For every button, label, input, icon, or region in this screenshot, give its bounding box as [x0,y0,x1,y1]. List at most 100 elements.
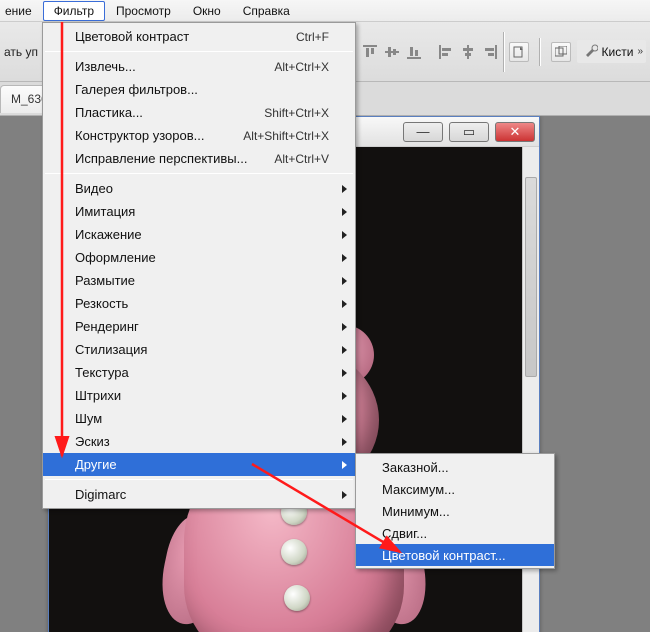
menu-item-размытие[interactable]: Размытие [43,269,355,292]
menu-item-shortcut: Shift+Ctrl+X [264,106,329,120]
submenu-arrow-icon [342,369,347,377]
menu-item-другие[interactable]: Другие [43,453,355,476]
menu-item-видео[interactable]: Видео [43,177,355,200]
menu-item-label: Текстура [75,365,329,380]
menu-item-штрихи[interactable]: Штрихи [43,384,355,407]
menu-item-label: Пластика... [75,105,264,120]
submenu-item-сдвиг-[interactable]: Сдвиг... [356,522,554,544]
menu-divider [45,479,353,480]
menu-item-конструктор-узоров-[interactable]: Конструктор узоров...Alt+Shift+Ctrl+X [43,124,355,147]
menu-item-label: Видео [75,181,329,196]
submenu-arrow-icon [342,277,347,285]
menu-item-label: Исправление перспективы... [75,151,274,166]
menu-item-галерея-фильтров-[interactable]: Галерея фильтров... [43,78,355,101]
menu-item-view[interactable]: Просмотр [105,1,182,21]
menu-item-label: Штрихи [75,388,329,403]
submenu-arrow-icon [342,461,347,469]
submenu-item-цветовой-контраст-[interactable]: Цветовой контраст... [356,544,554,566]
submenu-item-label: Минимум... [382,504,450,519]
menu-item-shortcut: Alt+Shift+Ctrl+X [243,129,329,143]
submenu-arrow-icon [342,346,347,354]
menu-item-шум[interactable]: Шум [43,407,355,430]
menu-item-label: Галерея фильтров... [75,82,329,97]
align-left-icon[interactable] [437,43,455,61]
menu-item-рендеринг[interactable]: Рендеринг [43,315,355,338]
submenu-item-label: Цветовой контраст... [382,548,506,563]
menu-divider [45,51,353,52]
arrange-windows-icon[interactable] [551,42,571,62]
submenu-arrow-icon [342,323,347,331]
menu-divider [45,173,353,174]
menu-item-label: Эскиз [75,434,329,449]
submenu-arrow-icon [342,231,347,239]
submenu-arrow-icon [342,208,347,216]
menu-item-shortcut: Ctrl+F [296,30,329,44]
align-bottom-icon[interactable] [405,43,423,61]
submenu-arrow-icon [342,254,347,262]
toolbar-separator [539,38,541,66]
menu-item-искажение[interactable]: Искажение [43,223,355,246]
menu-item-текстура[interactable]: Текстура [43,361,355,384]
submenu-item-label: Заказной... [382,460,449,475]
brushes-palette-toggle[interactable]: Кисти » [577,40,646,63]
menu-item-исправление-перспективы-[interactable]: Исправление перспективы...Alt+Ctrl+V [43,147,355,170]
menu-item-filter[interactable]: Фильтр [43,1,105,21]
menubar: ение Фильтр Просмотр Окно Справка [0,0,650,22]
menu-item-digimarc[interactable]: Digimarc [43,483,355,506]
submenu-arrow-icon [342,392,347,400]
align-vcenter-icon[interactable] [383,43,401,61]
align-top-icon[interactable] [361,43,379,61]
submenu-item-label: Максимум... [382,482,455,497]
submenu-arrow-icon [342,491,347,499]
menu-item-label: Искажение [75,227,329,242]
menu-item-shortcut: Alt+Ctrl+V [274,152,329,166]
submenu-item-заказной-[interactable]: Заказной... [356,456,554,478]
menu-item-window[interactable]: Окно [182,1,232,21]
menu-item-label: Конструктор узоров... [75,128,243,143]
submenu-item-максимум-[interactable]: Максимум... [356,478,554,500]
toolbar-separator [503,32,505,72]
menu-item-help[interactable]: Справка [232,1,301,21]
menu-item-label: Оформление [75,250,329,265]
menu-item-label: Стилизация [75,342,329,357]
menu-item-label: Digimarc [75,487,329,502]
submenu-item-label: Сдвиг... [382,526,427,541]
brushes-label-text: Кисти [602,45,634,59]
menu-item-label: Рендеринг [75,319,329,334]
submenu-arrow-icon [342,438,347,446]
tool-option-truncated-label: ать уп [4,45,46,59]
menu-item-label: Резкость [75,296,329,311]
menu-item-label: Размытие [75,273,329,288]
menu-item-цветовой-контраст[interactable]: Цветовой контрастCtrl+F [43,25,355,48]
menu-item-label: Имитация [75,204,329,219]
submenu-arrow-icon [342,300,347,308]
menu-item-label: Шум [75,411,329,426]
align-icon-group [361,43,499,61]
align-right-icon[interactable] [481,43,499,61]
chevron-right-icon: » [637,46,643,57]
menu-item-оформление[interactable]: Оформление [43,246,355,269]
submenu-item-минимум-[interactable]: Минимум... [356,500,554,522]
menu-item-имитация[interactable]: Имитация [43,200,355,223]
menu-item-эскиз[interactable]: Эскиз [43,430,355,453]
menu-item-извлечь-[interactable]: Извлечь...Alt+Ctrl+X [43,55,355,78]
menu-item-label: Извлечь... [75,59,274,74]
filter-dropdown-menu: Цветовой контрастCtrl+FИзвлечь...Alt+Ctr… [42,22,356,509]
window-minimize-button[interactable]: — [403,122,443,142]
document-corner-icon[interactable] [509,42,529,62]
menu-item-пластика-[interactable]: Пластика...Shift+Ctrl+X [43,101,355,124]
align-hcenter-icon[interactable] [459,43,477,61]
submenu-arrow-icon [342,415,347,423]
menu-item-truncated[interactable]: ение [4,1,43,21]
filter-other-submenu: Заказной... Максимум... Минимум... Сдвиг...… [355,453,555,569]
window-close-button[interactable]: ✕ [495,122,535,142]
window-maximize-button[interactable]: ▭ [449,122,489,142]
brush-icon [584,43,598,60]
menu-item-shortcut: Alt+Ctrl+X [274,60,329,74]
menu-item-резкость[interactable]: Резкость [43,292,355,315]
menu-item-label: Цветовой контраст [75,29,296,44]
submenu-arrow-icon [342,185,347,193]
scrollbar-thumb[interactable] [525,177,537,377]
menu-item-label: Другие [75,457,329,472]
menu-item-стилизация[interactable]: Стилизация [43,338,355,361]
